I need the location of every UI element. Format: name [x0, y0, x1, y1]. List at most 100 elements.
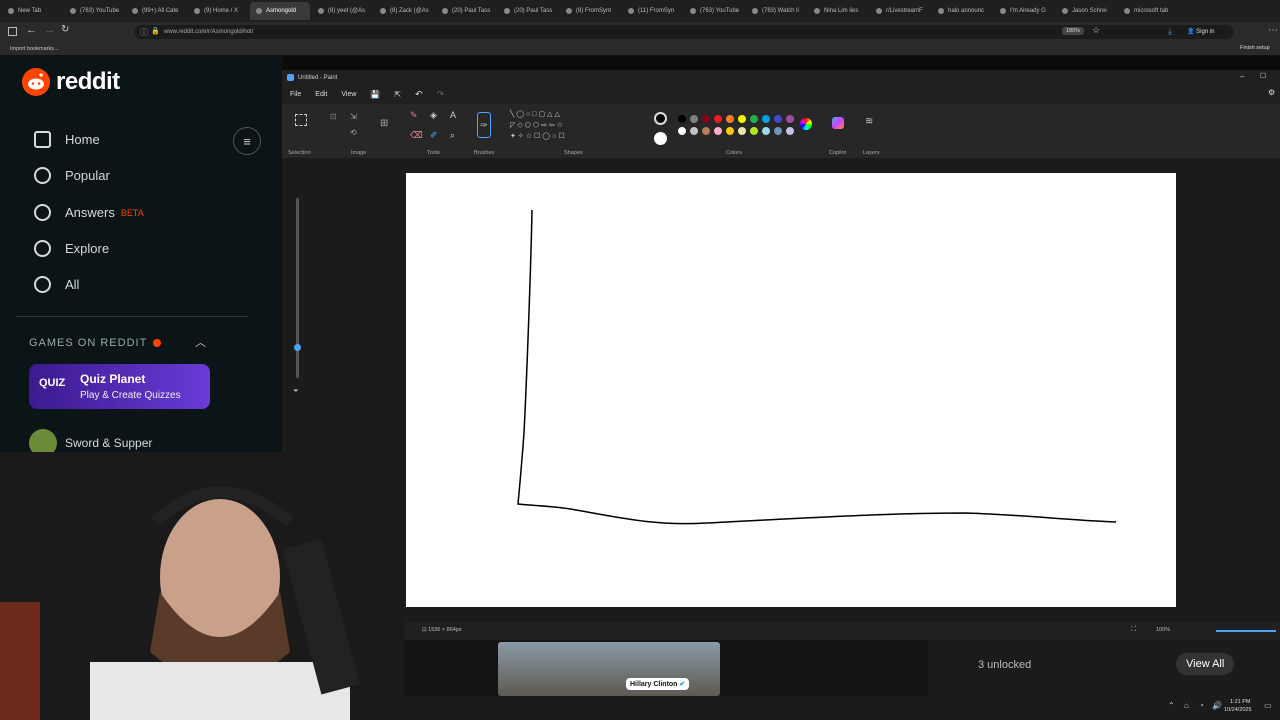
color-swatch[interactable]	[750, 115, 758, 123]
color-swatch[interactable]	[786, 127, 794, 135]
menu-view[interactable]: View	[341, 91, 356, 98]
color-swatch[interactable]	[690, 115, 698, 123]
download-icon[interactable]: ⤓	[1168, 26, 1172, 37]
wifi-icon[interactable]: ◔	[1199, 701, 1204, 710]
color-swatch[interactable]	[714, 127, 722, 135]
quiz-planet-card[interactable]: QUIZ Quiz Planet Play & Create Quizzes	[29, 364, 210, 409]
color-swatch[interactable]	[786, 115, 794, 123]
color-swatch[interactable]	[726, 115, 734, 123]
reddit-logo[interactable]: reddit	[22, 68, 120, 96]
menu-edit[interactable]: Edit	[315, 91, 327, 98]
back-icon[interactable]: ←	[26, 24, 37, 36]
color-swatch[interactable]	[702, 115, 710, 123]
color-swatch[interactable]	[690, 127, 698, 135]
color-swatch[interactable]	[750, 127, 758, 135]
drawing-canvas[interactable]	[406, 173, 1176, 607]
browser-tab[interactable]: r/LivestreamF	[870, 2, 930, 20]
browser-tab[interactable]: (20) Paul Tass	[498, 2, 558, 20]
eraser-icon[interactable]: ⌫	[410, 130, 423, 141]
color-swatch[interactable]	[762, 127, 770, 135]
reload-icon[interactable]: ↻	[61, 24, 69, 35]
browser-tab[interactable]: (8) yeet (@As	[312, 2, 372, 20]
favorite-star-icon[interactable]: ☆	[1092, 25, 1100, 36]
color-swatch[interactable]	[678, 127, 686, 135]
browser-tab[interactable]: Asmongold	[250, 2, 310, 20]
browser-tab[interactable]: (99+) All Cate	[126, 2, 186, 20]
zoom-slider[interactable]	[1216, 630, 1276, 632]
color-swatch[interactable]	[738, 127, 746, 135]
layers-icon[interactable]: ≋	[865, 116, 873, 127]
save-icon[interactable]: 💾	[370, 90, 380, 99]
nav-item-answers[interactable]: Answers BETA	[34, 204, 144, 221]
brushes-button[interactable]: ✑	[477, 112, 491, 138]
crop-icon[interactable]: ⊡	[330, 112, 337, 121]
selection-tool-icon[interactable]	[295, 114, 307, 126]
notification-icon[interactable]: ▭	[1264, 701, 1272, 710]
image-select-icon[interactable]: ⊞	[380, 118, 388, 129]
primary-color[interactable]	[654, 112, 667, 125]
magnifier-icon[interactable]: ⌕	[450, 130, 455, 141]
menu-file[interactable]: File	[290, 91, 301, 98]
url-field[interactable]: ⓘ 🔒 www.reddit.com/r/Asmongold/hot/ 180%…	[134, 25, 1234, 39]
sidebar-toggle-icon[interactable]	[8, 27, 17, 36]
browser-tab[interactable]: halo announc	[932, 2, 992, 20]
forward-icon[interactable]: →	[44, 24, 55, 36]
browser-tab[interactable]: (9) Home / X	[188, 2, 248, 20]
minimize-icon[interactable]: –	[1240, 72, 1244, 81]
maximize-icon[interactable]: ☐	[1260, 72, 1266, 80]
nav-item-popular[interactable]: Popular	[34, 167, 110, 184]
color-swatch[interactable]	[714, 115, 722, 123]
fit-icon[interactable]: ⛶	[1131, 626, 1136, 634]
browser-tab[interactable]: Jason Schrei	[1056, 2, 1116, 20]
pencil-icon[interactable]: ✎	[410, 110, 418, 121]
fill-icon[interactable]: ◈	[430, 110, 437, 121]
color-swatch[interactable]	[762, 115, 770, 123]
secondary-color[interactable]	[654, 132, 667, 145]
collapse-menu-button[interactable]: ≡	[233, 127, 261, 155]
games-section-header[interactable]: GAMES ON REDDIT	[29, 337, 162, 349]
color-swatch[interactable]	[774, 115, 782, 123]
resize-icon[interactable]: ⇲	[350, 112, 357, 121]
color-swatch[interactable]	[726, 127, 734, 135]
slider-thumb[interactable]	[294, 344, 301, 351]
browser-tab[interactable]: (763) Watch li	[746, 2, 806, 20]
color-swatch[interactable]	[678, 115, 686, 123]
browser-tab[interactable]: New Tab	[2, 2, 62, 20]
text-icon[interactable]: A	[450, 110, 456, 120]
color-picker-icon[interactable]: ✐	[430, 130, 438, 141]
color-swatch[interactable]	[774, 127, 782, 135]
browser-tab[interactable]: (8) FromSynt	[560, 2, 620, 20]
zoom-level[interactable]: 100%	[1156, 627, 1170, 633]
info-icon[interactable]: ⓘ	[140, 27, 148, 38]
menu-dots-icon[interactable]: ⋯	[1268, 25, 1278, 36]
view-all-button[interactable]: View All	[1176, 653, 1235, 675]
edit-colors-icon[interactable]	[800, 118, 812, 130]
chevron-up-icon[interactable]: ︿	[195, 334, 206, 350]
browser-tab[interactable]: (8) Zack (@As	[374, 2, 434, 20]
share-icon[interactable]: ⇱	[394, 90, 401, 99]
nav-item-all[interactable]: All	[34, 276, 79, 293]
brush-size-slider[interactable]	[294, 198, 301, 378]
nav-item-home[interactable]: Home	[34, 131, 100, 148]
tray-chevron-icon[interactable]: ⌃	[1168, 701, 1175, 710]
color-swatch[interactable]	[738, 115, 746, 123]
zoom-badge[interactable]: 180%	[1062, 27, 1085, 35]
browser-tab[interactable]: (20) Paul Tass	[436, 2, 496, 20]
copilot-icon[interactable]	[832, 117, 844, 129]
browser-tab[interactable]: I'm Already G	[994, 2, 1054, 20]
browser-tab[interactable]: (11) FromSyn	[622, 2, 682, 20]
nav-item-explore[interactable]: Explore	[34, 240, 109, 257]
clock-date[interactable]: 10/24/2025	[1224, 707, 1252, 713]
sign-in-button[interactable]: 👤 Sign in	[1187, 28, 1215, 35]
redo-icon[interactable]: ↷	[437, 89, 445, 100]
import-bookmarks-link[interactable]: Import bookmarks...	[10, 46, 59, 52]
settings-icon[interactable]: ⚙	[1268, 88, 1275, 97]
post-thumbnail[interactable]: Hillary Clinton ✔	[498, 642, 720, 696]
browser-tab[interactable]: Nina Lim lies	[808, 2, 868, 20]
undo-icon[interactable]: ↶	[415, 89, 423, 100]
browser-tab[interactable]: (763) YouTube	[684, 2, 744, 20]
volume-icon[interactable]: 🔊	[1212, 701, 1222, 710]
browser-tab[interactable]: (763) YouTube	[64, 2, 124, 20]
rotate-icon[interactable]: ⟲	[350, 128, 357, 137]
clock-time[interactable]: 1:21 PM	[1230, 699, 1250, 705]
